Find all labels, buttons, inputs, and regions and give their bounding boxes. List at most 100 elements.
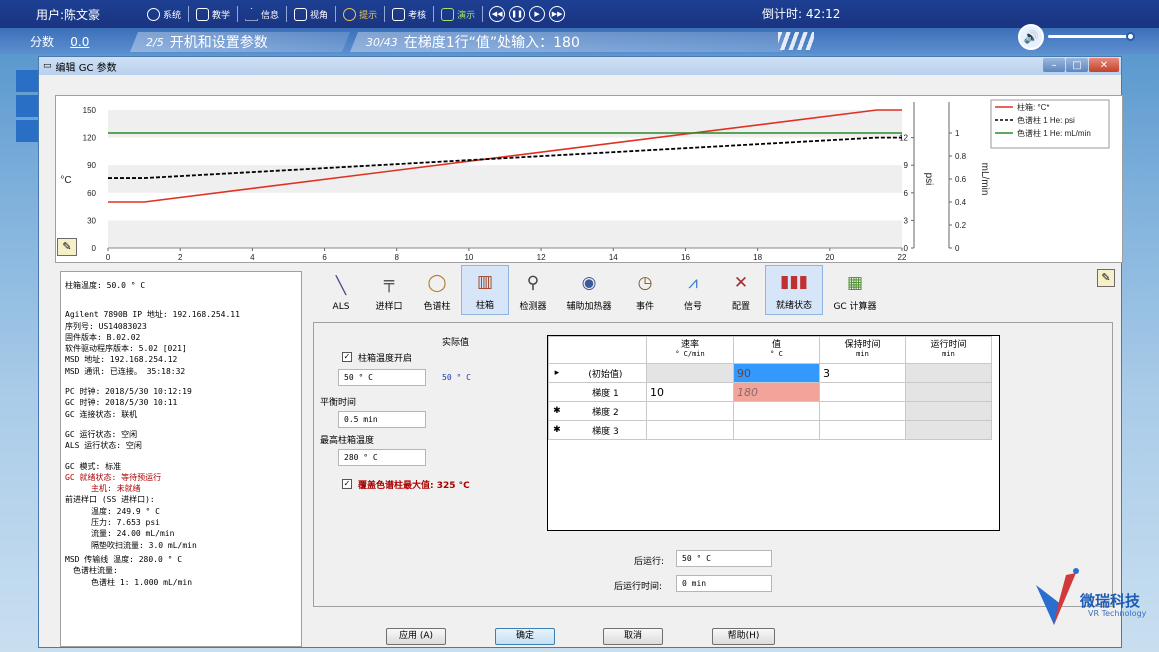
minimize-button[interactable]: – [1043,58,1065,72]
help-button[interactable]: 帮助(H) [712,628,775,645]
x-tick-label: 2 [178,253,183,262]
tab-events[interactable]: ◷ 事件 [621,265,669,315]
volume-icon[interactable]: 🔊 [1018,24,1044,50]
cell-hold[interactable] [819,420,906,440]
calculator-icon: ▦ [846,272,864,293]
cell-run [905,420,992,440]
row-name: 梯度 3 [564,420,647,440]
pause-icon[interactable]: ❚❚ [509,6,526,22]
oven-on-checkbox[interactable]: ✓ [342,352,352,362]
cell-run [905,382,992,402]
logo-subtext: VR Technology [1088,609,1147,618]
logo-mark-icon [1036,568,1079,625]
step-indicator-sub: 30/43 在梯度1行“值”处输入：180 [350,32,790,52]
x-tick-label: 12 [537,253,546,262]
cell-value[interactable] [733,420,820,440]
company-logo: 微瑞科技 VR Technology [1032,565,1152,635]
apply-button[interactable]: 应用 (A) [386,628,446,645]
board-icon [196,7,210,21]
cell-value[interactable] [733,401,820,421]
tab-gc-calculator[interactable]: ▦ GC 计算器 [823,265,887,315]
cancel-button[interactable]: 取消 [603,628,663,645]
step-title: 开机和设置参数 [169,35,268,51]
volume-slider[interactable] [1048,35,1130,38]
cell-rate[interactable] [646,420,734,440]
row-name: 梯度 2 [564,401,647,421]
tab-oven[interactable]: ▥ 柱箱 [461,265,509,315]
ok-button[interactable]: 确定 [495,628,555,645]
play-icon[interactable]: ▶ [529,6,546,22]
cell-value[interactable]: 90 [733,363,820,383]
tab-aux-heater[interactable]: ◉ 辅助加热器 [557,265,621,315]
notes-icon[interactable]: ✎ [57,238,77,256]
tool-demo[interactable]: 演示 [434,6,484,22]
flow-tick-label: 0.6 [955,175,967,184]
close-button[interactable]: ✕ [1089,58,1119,72]
clock-icon: ◷ [637,272,653,293]
tool-hint[interactable]: 提示 [336,6,386,22]
max-temp-field[interactable]: 280 ° C [338,449,426,466]
row-name: 梯度 1 [564,382,647,402]
y-left-tick-label: 30 [87,216,96,225]
inlet-icon: ╤ [383,272,395,293]
tool-exam[interactable]: 考核 [385,6,435,22]
tab-ready-state[interactable]: ▮▮▮ 就绪状态 [765,265,823,315]
side-tab[interactable] [16,120,38,142]
col-hold-time: 保持时间 min [819,336,906,364]
max-temp-label: 最高柱箱温度 [320,436,375,446]
temperature-program-chart: 0246810121416182022运行时间 (min)03060901201… [55,95,1123,279]
psi-tick-label: 9 [904,161,909,170]
oven-setpoint-field[interactable]: 50 ° C [338,369,426,386]
cell-hold[interactable] [819,382,906,402]
dialog-title: 编辑 GC 参数 [55,62,117,74]
tab-als[interactable]: ╲ ALS [317,265,365,315]
y-left-tick-label: 60 [87,189,96,198]
tab-detector[interactable]: ⚲ 检测器 [509,265,557,315]
legend-label: 柱箱: °C* [1017,102,1050,112]
tab-inlet[interactable]: ╤ 进样口 [365,265,413,315]
tab-config[interactable]: ✕ 配置 [717,265,765,315]
psi-axis-label: psi [923,173,934,186]
y-left-axis-label: °C [60,175,71,186]
cell-run [905,363,992,383]
rewind-icon[interactable]: ◀◀ [489,6,506,22]
side-tab[interactable] [16,95,38,117]
tool-teach[interactable]: 教学 [189,6,239,22]
equilibration-label: 平衡时间 [320,398,357,408]
cell-hold[interactable]: 3 [819,363,906,383]
override-max-checkbox[interactable]: ✓ [342,479,352,489]
table-row: ▸ (初始值) 90 3 [547,363,992,383]
row-name: (初始值) [564,363,647,383]
column-icon: ◯ [427,272,447,293]
tab-signal[interactable]: ⩘ 信号 [669,265,717,315]
x-tick-label: 20 [825,253,834,262]
table-row: 梯度 1 10 180 [547,382,992,402]
countdown-timer: 倒计时: 42:12 [762,7,841,21]
tab-column[interactable]: ◯ 色谱柱 [413,265,461,315]
post-run-field[interactable]: 50 ° C [676,550,772,567]
edit-gc-dialog: ▭ 编辑 GC 参数 – □ ✕ 0246810121416182022运行时间… [38,56,1123,648]
score-value: 0.0 [70,35,90,49]
fast-forward-icon[interactable]: ▶▶ [549,6,566,22]
tool-info[interactable]: 信息 [238,6,288,22]
cell-hold[interactable] [819,401,906,421]
maximize-button[interactable]: □ [1066,58,1088,72]
cell-rate[interactable] [646,401,734,421]
post-run-time-field[interactable]: 0 min [676,575,772,592]
post-run-time-label: 后运行时间: [614,582,663,592]
row-pointer-icon: ▸ [547,363,565,383]
cell-value[interactable]: 180 [733,382,820,402]
volume-slider-knob[interactable] [1126,32,1135,41]
app-icon: ▭ [43,61,52,71]
cell-rate[interactable]: 10 [646,382,734,402]
new-row-icon: ✱ [547,401,565,421]
notes-icon[interactable]: ✎ [1097,269,1115,287]
equilibration-field[interactable]: 0.5 min [338,411,426,428]
top-bar: 用户:陈文豪 系统 教学 信息 视角 提示 考核 演示 ◀◀ ❚❚ ▶ ▶▶ 倒… [0,0,1159,28]
ramp-table: 速率 ° C/min 值 ° C 保持时间 min 运行时间 min ▸ (初始值) 9… [547,336,992,440]
grid-band [108,220,902,248]
x-tick-label: 16 [681,253,690,262]
side-tab[interactable] [16,70,38,92]
tool-system[interactable]: 系统 [140,6,190,22]
tool-view[interactable]: 视角 [287,6,337,22]
